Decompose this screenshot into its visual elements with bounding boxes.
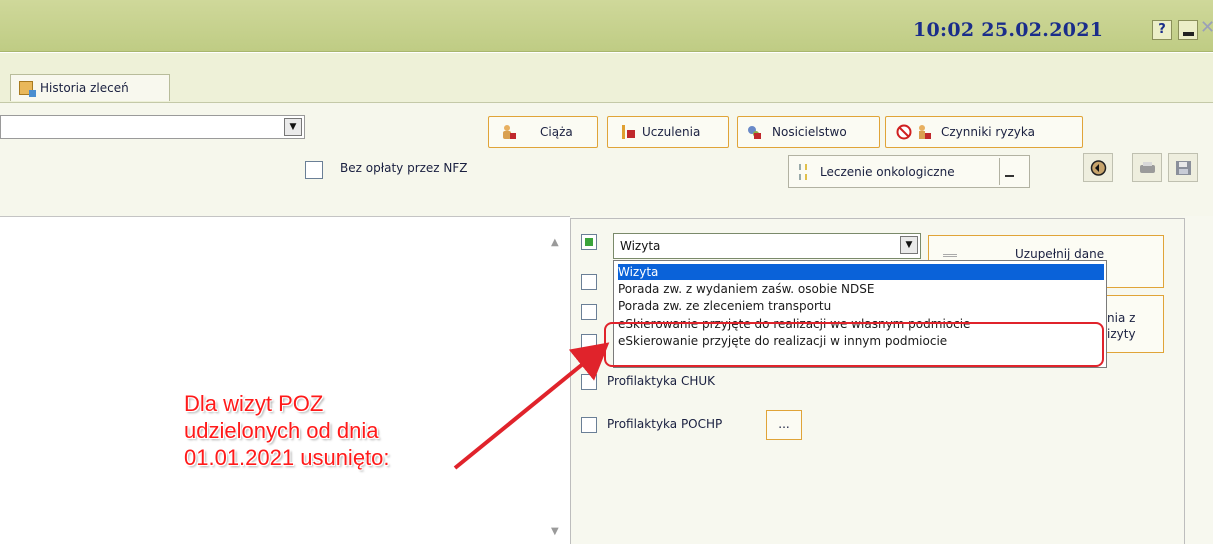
visit-type-select[interactable]: Wizyta ▼ (613, 233, 921, 259)
printer-icon (1139, 160, 1156, 176)
split-divider (999, 158, 1000, 185)
visit-type-value: Wizyta (620, 239, 661, 253)
scroll-down-icon[interactable]: ▼ (551, 526, 559, 537)
visit-type-checkbox[interactable] (581, 234, 597, 250)
profilaktyka-pochp-label: Profilaktyka POCHP (607, 417, 723, 431)
chevron-down-icon[interactable]: ▼ (284, 118, 302, 136)
button-label-line1: nia z (1107, 311, 1136, 325)
dropdown-option-wizyta[interactable]: Wizyta (618, 264, 1104, 280)
ciaza-button[interactable]: Ciąża (488, 116, 598, 148)
bez-oplaty-nfz-checkbox[interactable] (305, 161, 323, 179)
nosicielstwo-label: Nosicielstwo (772, 125, 847, 139)
minimize-icon (1183, 32, 1194, 36)
more-options-button[interactable]: ... (766, 410, 802, 440)
tab-label: Historia zleceń (40, 81, 129, 95)
button-label-line2: izyty (1107, 327, 1136, 341)
pregnancy-icon (501, 124, 517, 140)
annotation-line-2: udzielonych od dnia (184, 418, 379, 443)
close-button[interactable]: ✕ (1200, 17, 1213, 38)
annotation-line-1: Dla wizyt POZ (184, 391, 324, 416)
profilaktyka-chuk-label: Profilaktyka CHUK (607, 374, 715, 388)
tab-strip (0, 53, 1213, 103)
oncology-icon (799, 164, 807, 180)
notes-textarea[interactable] (0, 216, 570, 544)
save-icon (1175, 160, 1192, 176)
main-select[interactable]: ▼ (0, 115, 305, 139)
uczulenia-label: Uczulenia (642, 125, 701, 139)
option-checkbox-2[interactable] (581, 274, 597, 290)
czynniki-ryzyka-button[interactable]: Czynniki ryzyka (885, 116, 1083, 148)
tool-button-1[interactable] (1083, 153, 1113, 182)
no-smoking-icon (896, 124, 912, 140)
risk-factor-icon (916, 124, 932, 140)
tab-historia-zlecen[interactable]: Historia zleceń (10, 74, 170, 101)
profilaktyka-pochp-checkbox[interactable] (581, 417, 597, 433)
leczenie-onkologiczne-button[interactable]: Leczenie onkologiczne (788, 155, 1030, 188)
help-button[interactable]: ? (1152, 20, 1172, 40)
tool-button-2[interactable] (1132, 153, 1162, 182)
chevron-down-icon[interactable]: ▼ (900, 236, 918, 254)
bez-oplaty-nfz-label: Bez opłaty przez NFZ (340, 161, 468, 175)
refresh-icon (1090, 160, 1107, 176)
uzupelnij-dane-label: Uzupełnij dane (1015, 247, 1105, 261)
option-checkbox-4[interactable] (581, 334, 597, 350)
annotation-line-3: 01.01.2021 usunięto: (184, 445, 390, 470)
dropdown-option-transport[interactable]: Porada zw. ze zleceniem transportu (618, 298, 1104, 314)
annotation-highlight-box (604, 322, 1104, 367)
option-checkbox-3[interactable] (581, 304, 597, 320)
ciaza-label: Ciąża (540, 125, 573, 139)
profilaktyka-chuk-checkbox[interactable] (581, 374, 597, 390)
scroll-up-icon[interactable]: ▲ (551, 237, 559, 248)
nosicielstwo-button[interactable]: Nosicielstwo (737, 116, 880, 148)
carrier-icon (746, 124, 762, 140)
dropdown-option-ndse[interactable]: Porada zw. z wydaniem zaśw. osobie NDSE (618, 281, 1104, 297)
visit-details-button[interactable]: nia z izyty (1100, 295, 1164, 353)
edit-icon (943, 254, 957, 257)
clock-date: 10:02 25.02.2021 (913, 19, 1104, 41)
leczenie-onkologiczne-label: Leczenie onkologiczne (820, 165, 955, 179)
uczulenia-button[interactable]: Uczulenia (607, 116, 729, 148)
dropdown-arrow-icon[interactable] (1005, 175, 1014, 177)
czynniki-ryzyka-label: Czynniki ryzyka (941, 125, 1035, 139)
orders-history-icon (19, 81, 36, 97)
allergy-icon (620, 124, 636, 140)
minimize-button[interactable] (1178, 20, 1198, 40)
tool-button-3[interactable] (1168, 153, 1198, 182)
